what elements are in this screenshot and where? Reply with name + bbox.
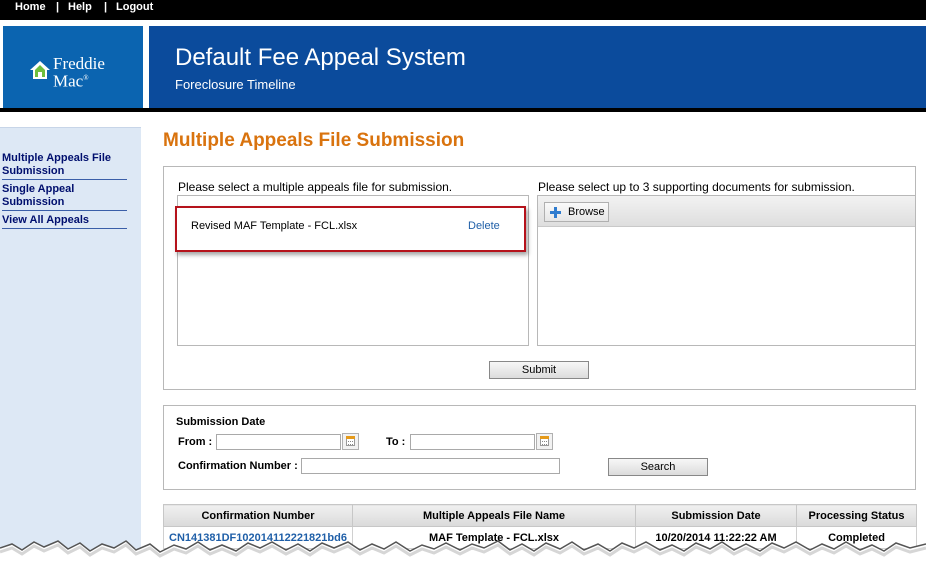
to-calendar-icon[interactable] xyxy=(536,433,553,450)
registered-mark: ® xyxy=(83,74,89,82)
freddie-mac-logo[interactable]: Freddie Mac® xyxy=(29,52,129,91)
column-header[interactable]: Processing Status xyxy=(796,504,917,527)
plus-icon xyxy=(550,207,561,218)
docs-section-label: Please select up to 3 supporting documen… xyxy=(538,180,855,194)
browse-button[interactable]: Browse xyxy=(544,202,609,222)
app-subtitle: Foreclosure Timeline xyxy=(175,77,296,92)
column-header[interactable]: Submission Date xyxy=(635,504,797,527)
delete-file-link[interactable]: Delete xyxy=(468,220,500,232)
column-header[interactable]: Confirmation Number xyxy=(163,504,353,527)
from-label: From : xyxy=(178,436,213,448)
logo-panel: Freddie Mac® xyxy=(3,26,143,108)
sidebar-item-view-all-appeals[interactable]: View All Appeals xyxy=(2,214,127,229)
table-header-row: Confirmation Number Multiple Appeals Fil… xyxy=(163,504,917,527)
sidebar-item-single-appeal[interactable]: Single Appeal Submission xyxy=(2,183,127,211)
page-header: Freddie Mac® Default Fee Appeal System F… xyxy=(0,20,926,112)
app-title: Default Fee Appeal System xyxy=(175,44,466,71)
file-section-label: Please select a multiple appeals file fo… xyxy=(178,180,453,194)
torn-edge-decoration xyxy=(0,540,926,588)
browse-label: Browse xyxy=(568,206,605,218)
column-header[interactable]: Multiple Appeals File Name xyxy=(352,504,636,527)
submit-button[interactable]: Submit xyxy=(489,361,589,379)
to-label: To : xyxy=(386,436,406,448)
page-title: Multiple Appeals File Submission xyxy=(163,130,465,151)
selected-file-row: Revised MAF Template - FCL.xlsx Delete xyxy=(175,206,526,252)
nav-logout-link[interactable]: Logout xyxy=(116,1,153,13)
sidebar: Multiple Appeals File Submission Single … xyxy=(0,127,141,588)
to-date-input[interactable] xyxy=(410,434,535,450)
nav-separator: | xyxy=(56,1,60,13)
selected-file-name: Revised MAF Template - FCL.xlsx xyxy=(191,220,358,232)
title-banner: Default Fee Appeal System Foreclosure Ti… xyxy=(149,26,926,108)
nav-separator: | xyxy=(104,1,108,13)
sidebar-item-multiple-appeals[interactable]: Multiple Appeals File Submission xyxy=(2,152,127,180)
docs-toolbar: Browse xyxy=(538,196,915,227)
from-date-input[interactable] xyxy=(216,434,341,450)
from-calendar-icon[interactable] xyxy=(342,433,359,450)
logo-text-line2: Mac® xyxy=(53,71,89,91)
top-nav-bar: Home | Help | Logout xyxy=(0,0,926,20)
confirmation-number-label: Confirmation Number : xyxy=(178,460,298,472)
submission-date-label: Submission Date xyxy=(176,416,266,428)
search-button[interactable]: Search xyxy=(608,458,708,476)
confirmation-number-input[interactable] xyxy=(301,458,560,474)
nav-home-link[interactable]: Home xyxy=(15,1,46,13)
supporting-docs-list: Browse xyxy=(537,195,916,346)
nav-help-link[interactable]: Help xyxy=(68,1,92,13)
house-logo-icon xyxy=(30,61,50,79)
